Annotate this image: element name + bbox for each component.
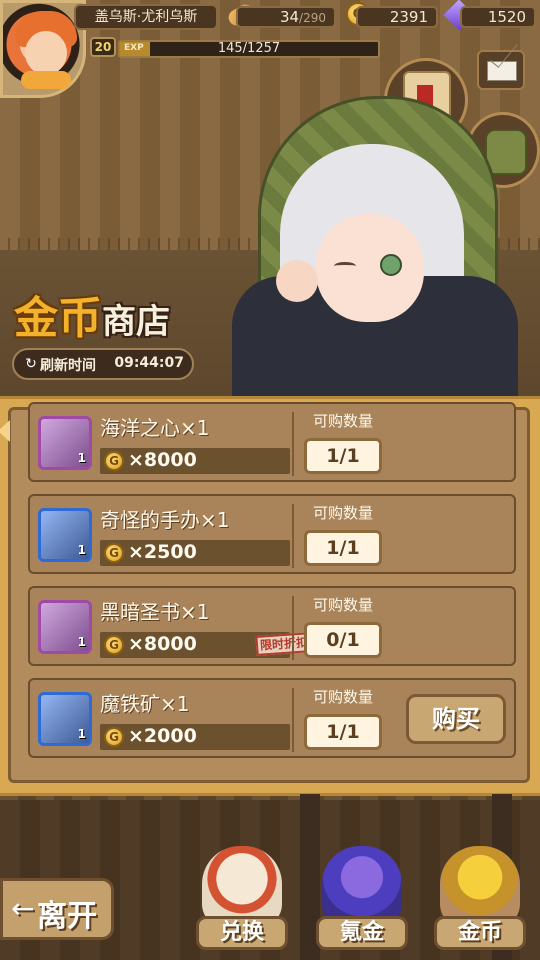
- purchasable-qty-label: 可购数量: [312, 412, 373, 430]
- avatar-scarf: [21, 71, 71, 89]
- shop-item-row: 1 奇怪的手办×1 G ×2500 可购数量 1/1: [28, 494, 516, 574]
- item-price: G ×8000 限时折扣: [100, 632, 313, 658]
- leave-label: 离开: [37, 899, 97, 934]
- purchasable-qty: 1/1: [304, 530, 382, 566]
- buy-button[interactable]: 购买: [406, 694, 506, 744]
- purchasable-qty-label: 可购数量: [312, 688, 373, 706]
- refresh-icon: ↻: [25, 356, 37, 372]
- purchasable-qty: 1/1: [304, 714, 382, 750]
- shop-item-row: 1 黑暗圣书×1 G ×8000 限时折扣 可购数量 0/1: [28, 586, 516, 666]
- gold-display[interactable]: 2391: [356, 6, 438, 28]
- item-price-text: ×8000: [128, 449, 197, 471]
- refresh-label: 刷新时间: [40, 358, 96, 374]
- shop-item-row: 1 魔铁矿×1 G ×2000 可购数量 1/1 购买: [28, 678, 516, 758]
- item-name: 奇怪的手办×1: [100, 508, 230, 532]
- row-divider: [292, 504, 294, 568]
- purchasable-qty: 0/1: [304, 622, 382, 658]
- dark-scripture-icon[interactable]: 1: [38, 600, 92, 654]
- exp-bar: EXP 145/1257: [118, 40, 380, 58]
- avatar-face: [25, 31, 67, 75]
- arrow-left-icon: ←: [11, 892, 35, 925]
- gold-coin-icon: G: [104, 451, 124, 471]
- game-screen: 盖乌斯·尤利乌斯 20 EXP 145/1257 34/290 G 2391 1…: [0, 0, 540, 960]
- krypton-label: 氪金: [316, 916, 408, 950]
- gold-coin-icon: G: [104, 727, 124, 747]
- item-name: 魔铁矿×1: [100, 692, 190, 716]
- shop-item-row: 1 海洋之心×1 G ×8000 可购数量 1/1: [28, 402, 516, 482]
- mail-button[interactable]: [477, 50, 525, 90]
- player-level-badge: 20: [90, 37, 116, 57]
- refresh-timer: ↻ 刷新时间 09:44:07: [12, 348, 194, 380]
- stamina-current: 34: [279, 8, 300, 26]
- item-price-text: ×2000: [128, 725, 197, 747]
- gold-coin-icon: G: [104, 543, 124, 563]
- shop-title-store: 商店: [102, 302, 170, 342]
- item-name: 黑暗圣书×1: [100, 600, 210, 624]
- character-open-eye: [380, 254, 402, 276]
- gold-shop-label: 金币: [434, 916, 526, 950]
- item-icon-quantity: 1: [77, 635, 86, 649]
- krypton-button[interactable]: 氪金: [312, 846, 412, 956]
- exp-text: 145/1257: [217, 41, 281, 56]
- item-price: G ×2500: [100, 540, 290, 566]
- stamina-max: /290: [299, 11, 326, 25]
- item-price-text: ×2500: [128, 541, 197, 563]
- item-price-text: ×8000: [128, 633, 197, 655]
- gem-display[interactable]: 1520: [460, 6, 536, 28]
- exchange-button[interactable]: 兑换: [192, 846, 292, 956]
- exchange-label: 兑换: [196, 916, 288, 950]
- magic-iron-ore-icon[interactable]: 1: [38, 692, 92, 746]
- item-name: 海洋之心×1: [100, 416, 210, 440]
- stamina-display[interactable]: 34/290: [236, 6, 336, 28]
- strange-figure-icon[interactable]: 1: [38, 508, 92, 562]
- row-divider: [292, 412, 294, 476]
- item-icon-quantity: 1: [77, 727, 86, 741]
- shop-title-gold: 金币: [14, 293, 102, 344]
- ocean-heart-icon[interactable]: 1: [38, 416, 92, 470]
- mail-icon: [487, 61, 517, 81]
- character-hand: [276, 260, 318, 302]
- item-price: G ×2000: [100, 724, 290, 750]
- character-face: [316, 214, 424, 322]
- purchasable-qty: 1/1: [304, 438, 382, 474]
- gold-coin-icon: G: [104, 635, 124, 655]
- item-icon-quantity: 1: [77, 543, 86, 557]
- leave-button[interactable]: ← 离开: [0, 878, 114, 940]
- item-icon-quantity: 1: [77, 451, 86, 465]
- character-closed-eye: [334, 262, 356, 270]
- purchasable-qty-label: 可购数量: [312, 504, 373, 522]
- purchasable-qty-label: 可购数量: [312, 596, 373, 614]
- shopkeeper-character: [192, 96, 522, 396]
- row-divider: [292, 596, 294, 660]
- shop-title: 金币商店: [14, 282, 170, 344]
- refresh-time: 09:44:07: [114, 355, 184, 371]
- gold-shop-button[interactable]: 金币: [430, 846, 530, 956]
- player-name: 盖乌斯·尤利乌斯: [74, 4, 218, 30]
- item-price: G ×8000: [100, 448, 290, 474]
- row-divider: [292, 688, 294, 752]
